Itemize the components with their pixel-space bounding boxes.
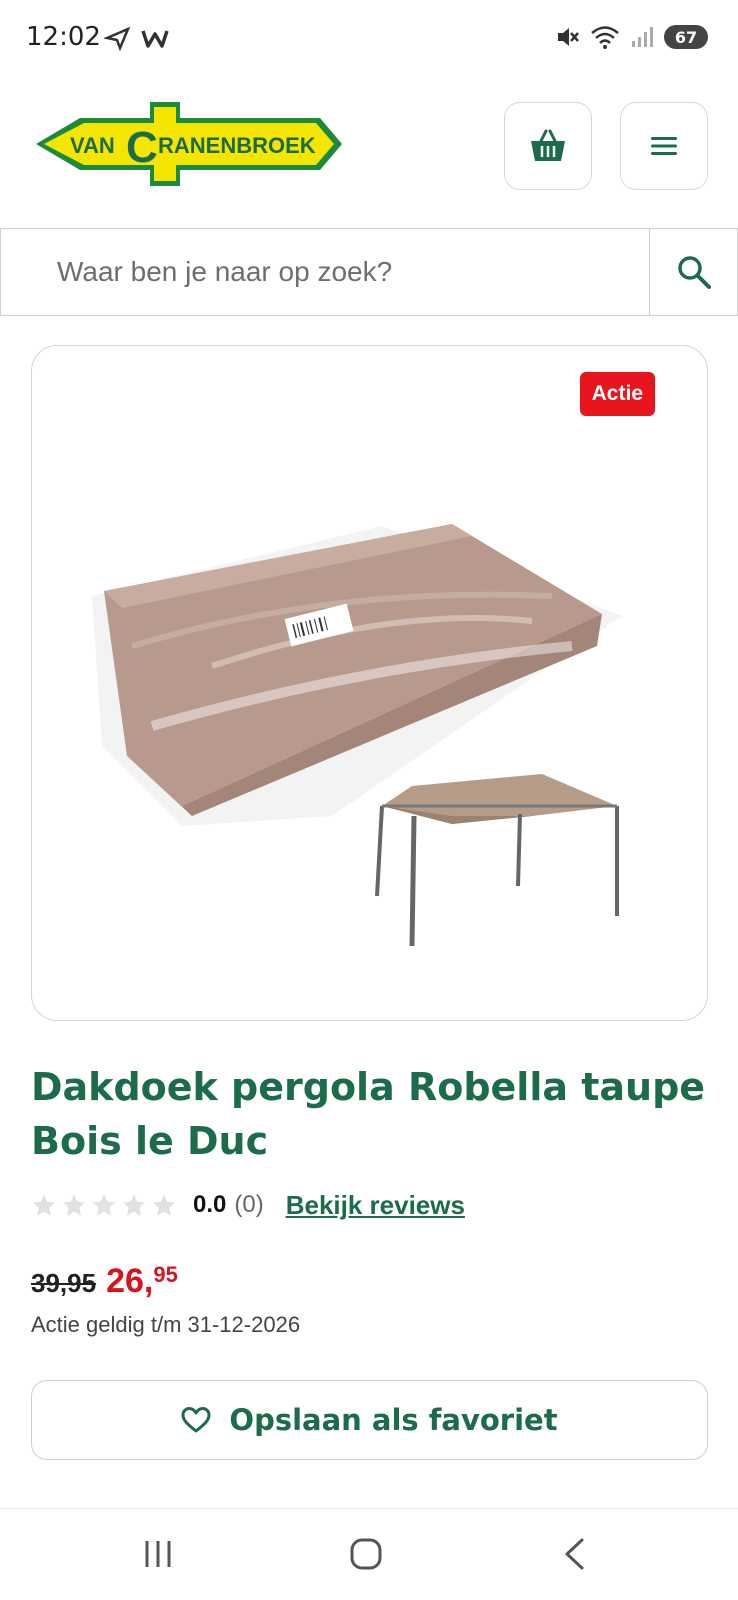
hamburger-menu-icon [651, 137, 677, 155]
svg-text:C: C [126, 123, 158, 172]
view-reviews-link[interactable]: Bekijk reviews [286, 1190, 465, 1221]
site-header: VAN C RANENBROEK [0, 96, 738, 196]
signal-icon [632, 27, 653, 47]
star-empty-icon [63, 1194, 85, 1216]
back-icon [565, 1538, 584, 1570]
recent-apps-button[interactable] [128, 1529, 188, 1579]
sale-price-decimal: 95 [153, 1262, 178, 1287]
sale-price: 26,95 [106, 1262, 178, 1301]
battery-indicator: 67 [664, 25, 708, 49]
old-price: 39,95 [31, 1268, 97, 1298]
system-navigation-bar [0, 1508, 738, 1600]
sale-badge: Actie [579, 372, 655, 416]
status-notification-icons [104, 24, 170, 52]
svg-text:RANENBROEK: RANENBROEK [158, 133, 316, 158]
svg-text:VAN: VAN [70, 133, 115, 158]
heart-icon [181, 1407, 211, 1433]
star-empty-icon [33, 1194, 55, 1216]
product-image-card[interactable]: Actie [31, 345, 708, 1021]
star-empty-icon [123, 1194, 145, 1216]
w-app-icon [141, 30, 169, 48]
wifi-icon [591, 26, 619, 49]
status-right-icons: 67 [554, 24, 708, 50]
sale-price-whole: 26, [106, 1262, 154, 1300]
mute-icon [558, 28, 579, 46]
rating-count: (0) [234, 1191, 264, 1218]
star-empty-icon [93, 1194, 115, 1216]
search-button[interactable] [649, 229, 737, 315]
price-row: 39,95 26,95 [31, 1262, 178, 1301]
search-icon [677, 256, 711, 289]
product-image [92, 524, 622, 947]
status-time: 12:02 [26, 22, 101, 52]
status-bar: 12:02 67 [0, 0, 738, 80]
product-rating: 0.0 (0) Bekijk reviews [31, 1188, 465, 1222]
search-bar [0, 228, 738, 316]
rating-stars [31, 1192, 177, 1218]
basket-icon [531, 129, 565, 161]
home-button[interactable] [336, 1529, 396, 1579]
back-button[interactable] [544, 1529, 604, 1579]
home-icon [350, 1538, 382, 1570]
promotion-validity: Actie geldig t/m 31-12-2026 [31, 1312, 301, 1337]
rating-score: 0.0 [193, 1191, 227, 1218]
recent-apps-icon [145, 1541, 171, 1567]
navigation-arrow-icon [104, 26, 131, 52]
save-favorite-button[interactable]: Opslaan als favoriet [31, 1380, 708, 1460]
vancranenbroek-logo[interactable]: VAN C RANENBROEK [30, 98, 350, 190]
menu-button[interactable] [620, 102, 708, 190]
save-favorite-label: Opslaan als favoriet [229, 1403, 558, 1437]
cart-button[interactable] [504, 102, 592, 190]
search-input[interactable] [1, 229, 649, 315]
star-empty-icon [153, 1194, 175, 1216]
product-title: Dakdoek pergola Robella taupe Bois le Du… [31, 1065, 706, 1163]
